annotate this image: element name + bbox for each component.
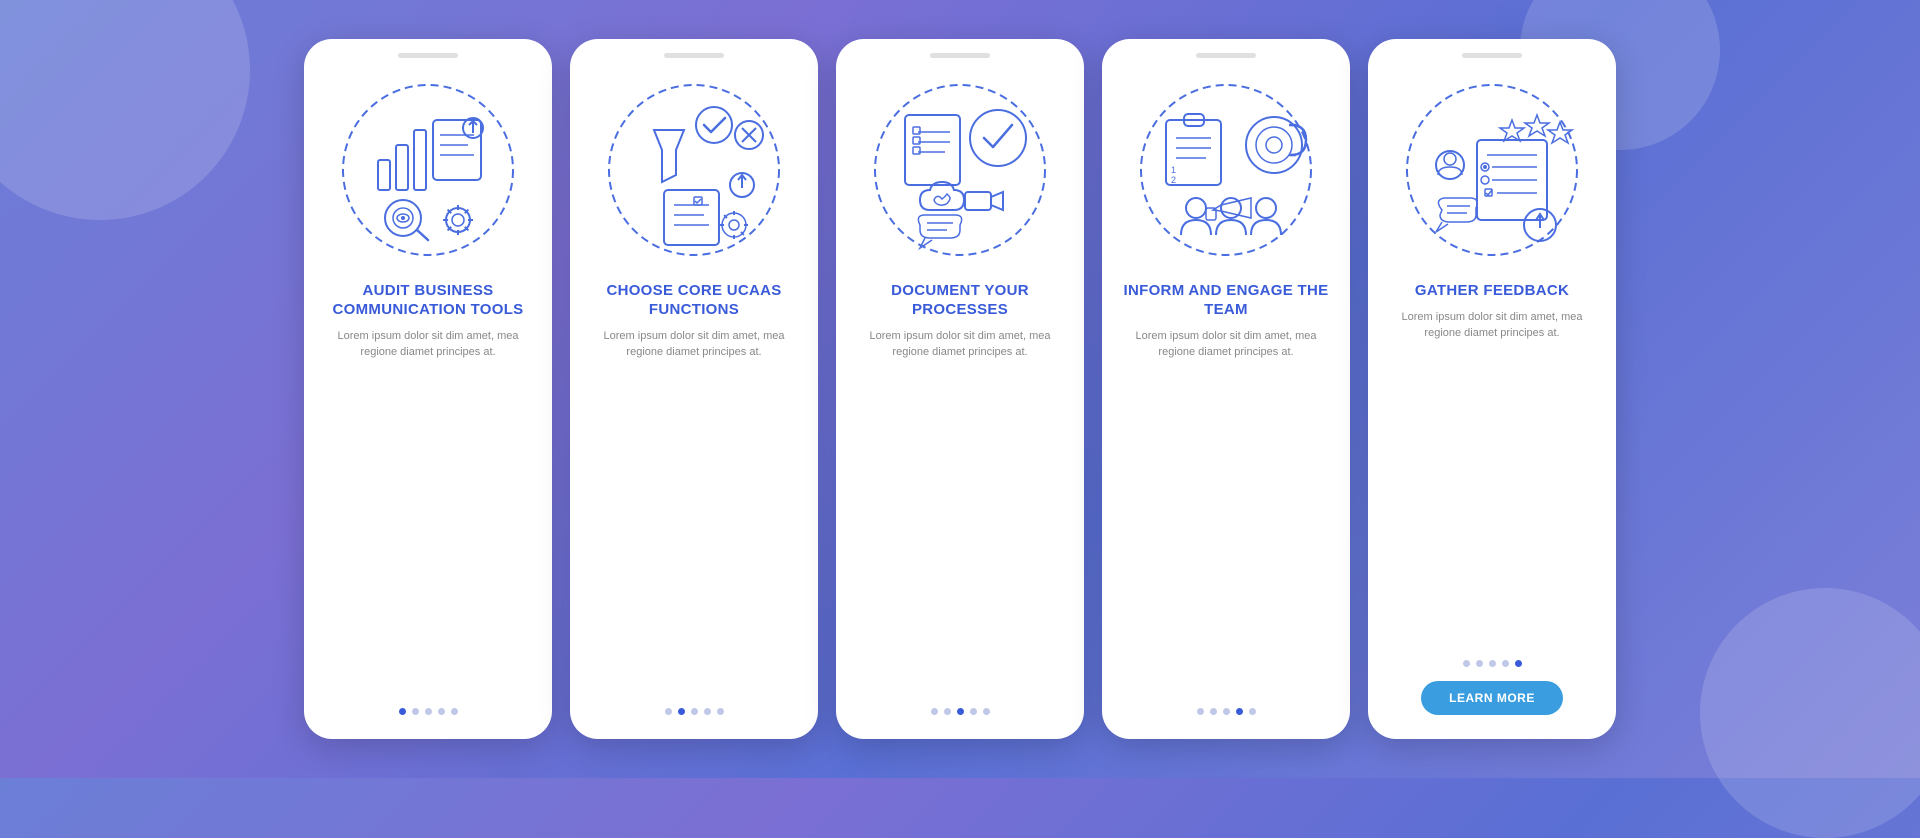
card-3-dots (931, 708, 990, 715)
illustration-document (860, 70, 1060, 270)
dot-3-4 (970, 708, 977, 715)
bg-decoration-2 (1700, 588, 1920, 838)
illustration-ucaas (594, 70, 794, 270)
dot-2-4 (704, 708, 711, 715)
illustration-audit (328, 70, 528, 270)
dot-2-2 (678, 708, 685, 715)
dot-4-1 (1197, 708, 1204, 715)
card-5-title: GATHER FEEDBACK (1395, 270, 1589, 309)
top-bar-1 (398, 53, 458, 58)
card-1-body: Lorem ipsum dolor sit dim amet, mea regi… (304, 328, 552, 693)
dot-4-4 (1236, 708, 1243, 715)
dot-4-3 (1223, 708, 1230, 715)
illustration-feedback (1392, 70, 1592, 270)
card-4-title: INFORM AND ENGAGE THE TEAM (1102, 270, 1350, 328)
dot-4-5 (1249, 708, 1256, 715)
dot-3-1 (931, 708, 938, 715)
top-bar-2 (664, 53, 724, 58)
svg-text:1: 1 (1171, 165, 1176, 175)
dot-2-1 (665, 708, 672, 715)
dot-5-2 (1476, 660, 1483, 667)
card-5-dots (1463, 660, 1522, 667)
dot-1-4 (438, 708, 445, 715)
learn-more-button[interactable]: LEARN MORE (1421, 681, 1563, 715)
card-2-dots (665, 708, 724, 715)
dot-1-1 (399, 708, 406, 715)
bg-decoration-1 (0, 0, 250, 220)
dot-1-5 (451, 708, 458, 715)
dot-5-4 (1502, 660, 1509, 667)
top-bar-5 (1462, 53, 1522, 58)
cards-container: AUDIT BUSINESS COMMUNICATION TOOLS Lorem… (264, 9, 1656, 769)
card-1-title: AUDIT BUSINESS COMMUNICATION TOOLS (304, 270, 552, 328)
card-audit: AUDIT BUSINESS COMMUNICATION TOOLS Lorem… (304, 39, 552, 739)
card-ucaas: CHOOSE CORE UCAAS FUNCTIONS Lorem ipsum … (570, 39, 818, 739)
card-2-body: Lorem ipsum dolor sit dim amet, mea regi… (570, 328, 818, 693)
card-3-title: DOCUMENT YOUR PROCESSES (836, 270, 1084, 328)
card-1-dots (399, 708, 458, 715)
dot-5-5 (1515, 660, 1522, 667)
dot-3-5 (983, 708, 990, 715)
dot-5-1 (1463, 660, 1470, 667)
dot-4-2 (1210, 708, 1217, 715)
dot-5-3 (1489, 660, 1496, 667)
dot-3-3 (957, 708, 964, 715)
card-4-body: Lorem ipsum dolor sit dim amet, mea regi… (1102, 328, 1350, 693)
card-feedback: GATHER FEEDBACK Lorem ipsum dolor sit di… (1368, 39, 1616, 739)
card-document: DOCUMENT YOUR PROCESSES Lorem ipsum dolo… (836, 39, 1084, 739)
dot-2-5 (717, 708, 724, 715)
card-3-body: Lorem ipsum dolor sit dim amet, mea regi… (836, 328, 1084, 693)
card-2-title: CHOOSE CORE UCAAS FUNCTIONS (570, 270, 818, 328)
card-4-dots (1197, 708, 1256, 715)
svg-text:2: 2 (1171, 175, 1176, 185)
top-bar-4 (1196, 53, 1256, 58)
card-team: 1 2 INFORM AND (1102, 39, 1350, 739)
illustration-team: 1 2 (1126, 70, 1326, 270)
dot-2-3 (691, 708, 698, 715)
dot-1-3 (425, 708, 432, 715)
dot-3-2 (944, 708, 951, 715)
dot-1-2 (412, 708, 419, 715)
top-bar-3 (930, 53, 990, 58)
card-5-body: Lorem ipsum dolor sit dim amet, mea regi… (1368, 309, 1616, 644)
